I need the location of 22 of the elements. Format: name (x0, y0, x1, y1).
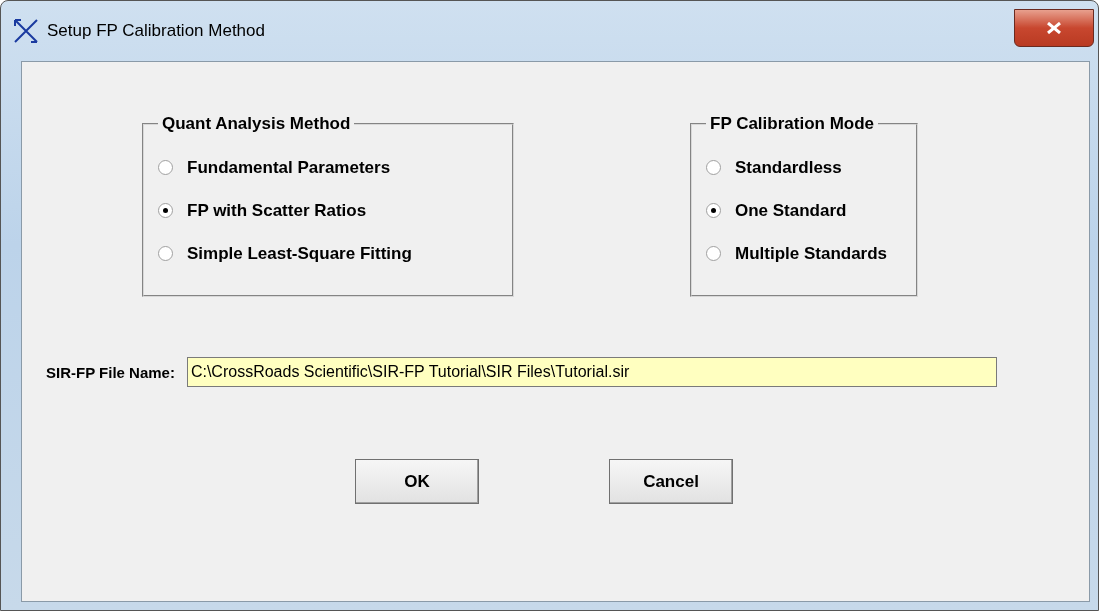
radio-button[interactable] (158, 203, 173, 218)
close-button[interactable] (1014, 9, 1094, 47)
radio-label[interactable]: Multiple Standards (735, 243, 888, 264)
radio-label[interactable]: FP with Scatter Ratios (187, 200, 367, 221)
window-title: Setup FP Calibration Method (47, 21, 265, 41)
radio-button[interactable] (158, 160, 173, 175)
cancel-button[interactable]: Cancel (609, 459, 733, 504)
radio-button[interactable] (706, 160, 721, 175)
radio-label[interactable]: Fundamental Parameters (187, 157, 391, 178)
file-name-field[interactable]: C:\CrossRoads Scientific\SIR-FP Tutorial\SIR Files\Tutorial.sir (186, 357, 997, 387)
radio-label[interactable]: Standardless (735, 157, 842, 178)
group-title: FP Calibration Mode (709, 114, 876, 134)
radio-label[interactable]: One Standard (735, 200, 847, 221)
radio-label[interactable]: Simple Least-Square Fitting (187, 243, 412, 264)
app-icon (13, 18, 39, 44)
radio-button[interactable] (706, 203, 721, 218)
close-icon (1047, 22, 1061, 34)
field-label: SIR-FP File Name: (46, 363, 175, 381)
radio-button[interactable] (706, 246, 721, 261)
group-title: Quant Analysis Method (161, 114, 352, 134)
radio-button[interactable] (158, 246, 173, 261)
ok-button[interactable]: OK (355, 459, 479, 504)
